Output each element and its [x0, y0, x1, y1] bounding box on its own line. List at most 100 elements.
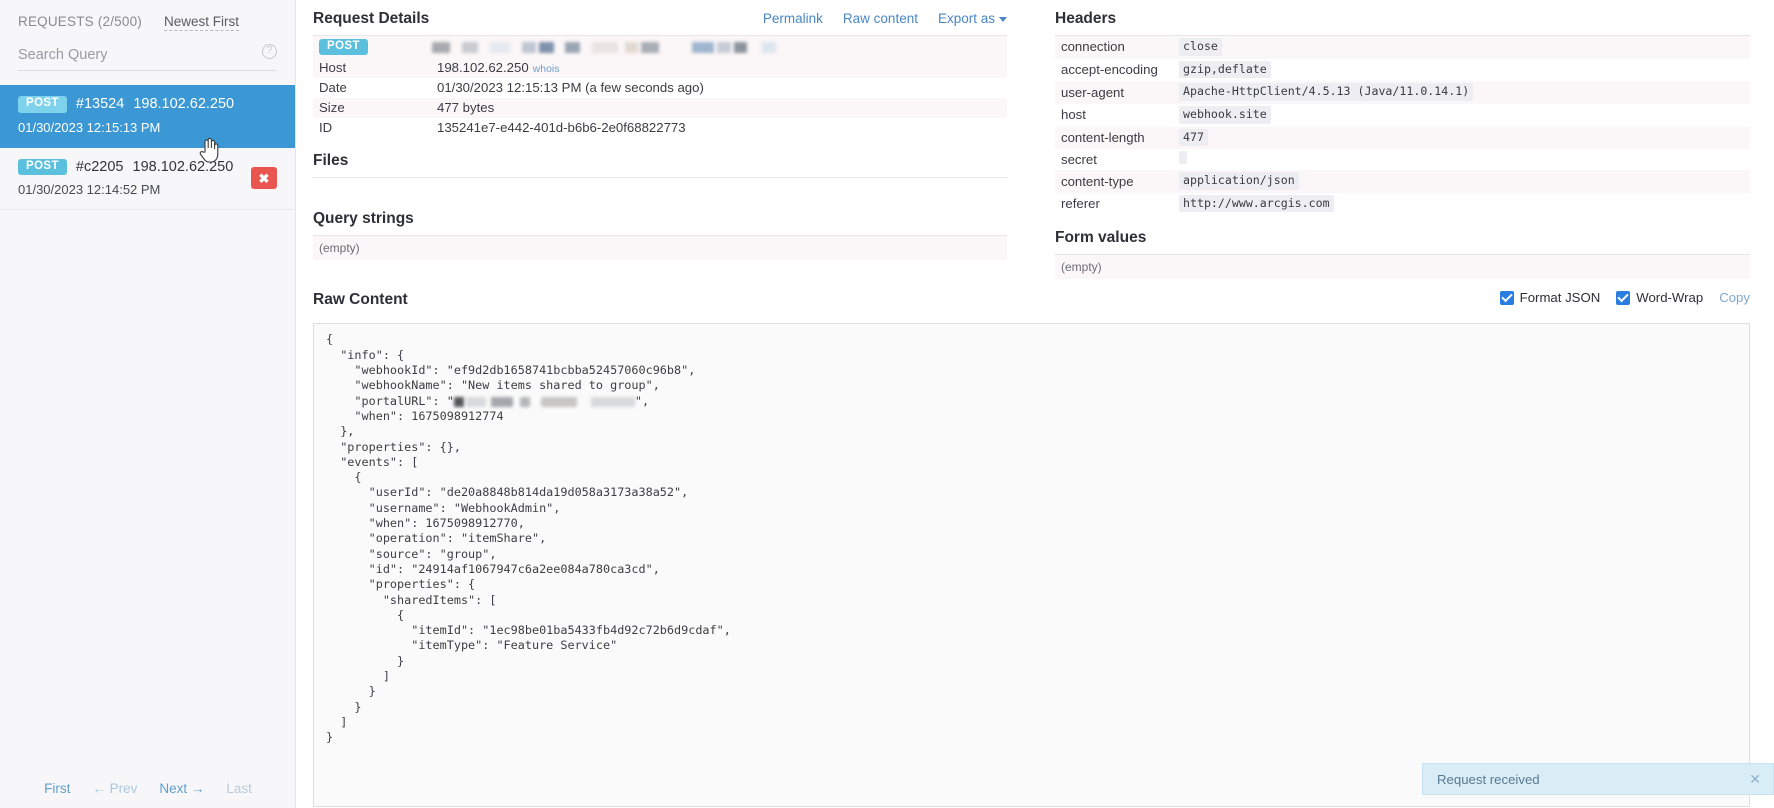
json-payload: { "info": { "webhookId": "ef9d2db1658741… — [326, 332, 1737, 745]
request-id-label: #c2205 — [75, 158, 124, 175]
pager-first[interactable]: First — [44, 781, 70, 796]
files-empty-text — [313, 178, 1007, 202]
search-input[interactable] — [18, 43, 277, 71]
raw-content-header: Raw Content Format JSON Word-Wrap Copy — [313, 279, 1750, 316]
header-value: gzip,deflate — [1173, 59, 1750, 82]
help-icon[interactable]: ? — [262, 44, 277, 59]
requests-sidebar: REQUESTS (2/500) Newest First ? POST #13… — [0, 0, 296, 808]
row-value: 477 bytes — [437, 100, 495, 115]
redacted-url — [431, 41, 776, 53]
request-list: POST #13524 198.102.62.250 01/30/2023 12… — [0, 85, 295, 210]
pager-next[interactable]: Next → — [159, 781, 204, 796]
request-url-row: POST — [313, 36, 1007, 58]
whois-link[interactable]: whois — [533, 63, 560, 75]
row-key: ID — [319, 120, 333, 135]
row-value: 198.102.62.250 whois — [431, 58, 1007, 78]
raw-content-section: Raw Content Format JSON Word-Wrap Copy — [296, 279, 1774, 316]
raw-content-body[interactable]: { "info": { "webhookId": "ef9d2db1658741… — [313, 323, 1750, 808]
list-item[interactable]: POST #13524 198.102.62.250 01/30/2023 12… — [0, 85, 295, 148]
detail-columns: Request Details Permalink Raw content Ex… — [296, 0, 1774, 280]
header-value: 477 — [1173, 127, 1750, 150]
headers-table: connection close accept-encoding gzip,de… — [1055, 36, 1750, 216]
header-key: accept-encoding — [1061, 61, 1158, 77]
row-key: Date — [319, 80, 347, 95]
form-values-title: Form values — [1055, 229, 1147, 247]
copy-button[interactable]: Copy — [1719, 290, 1750, 305]
header-value-text: webhook.site — [1179, 105, 1271, 124]
search-row: ? — [18, 43, 277, 71]
notification-toast: Request received ✕ — [1422, 763, 1774, 795]
table-row: secret — [1055, 149, 1750, 171]
header-key: content-type — [1061, 173, 1134, 189]
pager-last[interactable]: Last — [226, 781, 252, 796]
method-badge: POST — [319, 38, 368, 56]
row-key: Host — [319, 60, 347, 75]
header-key: content-length — [1061, 129, 1145, 145]
header-value: application/json — [1173, 170, 1750, 193]
request-id-label: #13524 — [75, 96, 125, 113]
checkbox-checked-icon — [1499, 290, 1514, 305]
permalink-link[interactable]: Permalink — [763, 11, 823, 26]
header-value-text: http://www.arcgis.com — [1179, 194, 1334, 213]
export-as-label: Export as — [937, 11, 995, 26]
toast-message: Request received — [1437, 771, 1540, 787]
page-title: Request Details — [313, 10, 430, 27]
header-key: host — [1061, 107, 1086, 123]
row-value: 01/30/2023 12:15:13 PM (a few seconds ag… — [437, 80, 704, 95]
table-row: referer http://www.arcgis.com — [1055, 192, 1750, 216]
detail-actions: Permalink Raw content Export as — [763, 11, 1007, 26]
table-row: host webhook.site — [1055, 103, 1750, 127]
header-key: secret — [1061, 151, 1097, 167]
checkbox-checked-icon — [1616, 290, 1631, 305]
header-value-text: gzip,deflate — [1179, 60, 1271, 79]
request-detail-panel: Request Details Permalink Raw content Ex… — [296, 0, 1774, 808]
table-row: ID 135241e7-e442-401d-b6b6-2e0f68822773 — [313, 118, 1007, 138]
word-wrap-label: Word-Wrap — [1636, 290, 1704, 306]
row-key: Size — [319, 100, 345, 115]
table-row: user-agent Apache-HttpClient/4.5.13 (Jav… — [1055, 81, 1750, 104]
webhook-inspector-app: REQUESTS (2/500) Newest First ? POST #13… — [0, 0, 1774, 808]
format-json-label: Format JSON — [1519, 290, 1601, 306]
header-value: webhook.site — [1173, 104, 1750, 127]
row-value: 135241e7-e442-401d-b6b6-2e0f68822773 — [437, 120, 686, 135]
raw-content-options: Format JSON Word-Wrap Copy — [1499, 290, 1750, 306]
list-item[interactable]: POST #c2205 198.102.62.250 01/30/2023 12… — [0, 148, 295, 210]
table-row: content-type application/json — [1055, 170, 1750, 193]
table-row: accept-encoding gzip,deflate — [1055, 58, 1750, 82]
pager-prev[interactable]: ← Prev — [92, 781, 137, 796]
table-row: content-length 477 — [1055, 126, 1750, 150]
request-ip: 198.102.62.250 — [133, 96, 235, 113]
header-value-text: close — [1179, 38, 1222, 56]
header-value: http://www.arcgis.com — [1173, 193, 1750, 216]
format-json-checkbox[interactable]: Format JSON — [1499, 290, 1601, 306]
method-badge: POST — [18, 96, 67, 113]
query-strings-empty-text: (empty) — [313, 236, 1007, 260]
header-value-text-empty — [1179, 151, 1187, 165]
request-line-primary: POST #c2205 198.102.62.250 — [18, 158, 277, 175]
requests-count-label: REQUESTS (2/500) — [18, 14, 142, 29]
left-column: Request Details Permalink Raw content Ex… — [296, 0, 1031, 279]
header-value-text: Apache-HttpClient/4.5.13 (Java/11.0.14.1… — [1179, 83, 1474, 101]
sort-order-toggle[interactable]: Newest First — [164, 14, 240, 31]
request-ip: 198.102.62.250 — [132, 158, 234, 175]
request-details-table: Host 198.102.62.250 whois Date 01/30/2023… — [313, 58, 1007, 138]
header-value: Apache-HttpClient/4.5.13 (Java/11.0.14.1… — [1173, 81, 1750, 104]
header-value: close — [1173, 36, 1750, 59]
header-key: connection — [1061, 39, 1125, 55]
request-timestamp: 01/30/2023 12:15:13 PM — [18, 119, 161, 135]
files-title: Files — [313, 152, 349, 169]
right-column: Headers connection close accept-encoding… — [1031, 0, 1774, 280]
export-as-dropdown[interactable]: Export as — [938, 11, 1007, 26]
raw-content-link[interactable]: Raw content — [843, 11, 918, 26]
table-row: Size 477 bytes — [313, 98, 1007, 118]
header-value-text: application/json — [1179, 172, 1299, 190]
table-row: Date 01/30/2023 12:15:13 PM (a few secon… — [313, 78, 1007, 98]
method-badge: POST — [18, 158, 67, 175]
word-wrap-checkbox[interactable]: Word-Wrap — [1616, 290, 1703, 305]
request-details-header: Request Details Permalink Raw content Ex… — [313, 0, 1007, 35]
json-after-redaction: ", "when": 1675098912774 }, "properties"… — [326, 393, 731, 745]
table-row: Host 198.102.62.250 whois — [313, 58, 1007, 78]
request-line-primary: POST #13524 198.102.62.250 — [18, 96, 277, 113]
delete-request-button[interactable]: ✖ — [251, 167, 277, 190]
close-icon[interactable]: ✕ — [1749, 772, 1761, 786]
